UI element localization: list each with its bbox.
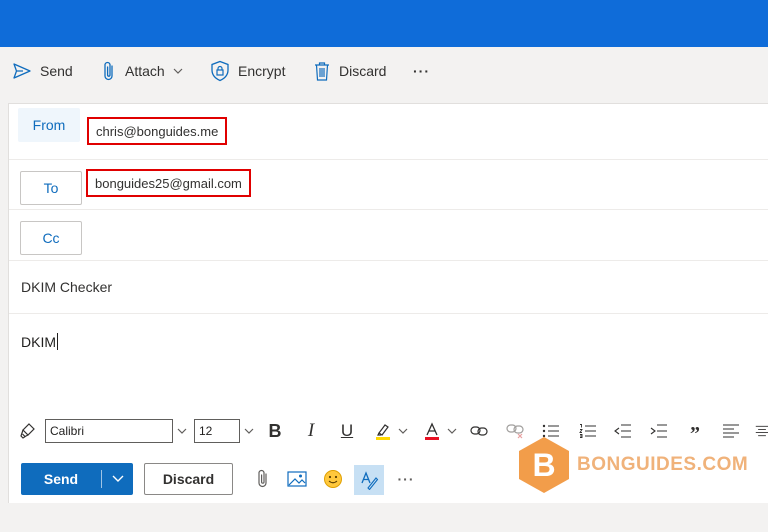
- watermark-text: BONGUIDES.COM: [577, 454, 749, 475]
- send-button-label[interactable]: Send: [21, 471, 101, 487]
- send-options-chevron-icon[interactable]: [102, 475, 133, 483]
- cc-button[interactable]: Cc: [20, 221, 82, 255]
- toolbar-discard-label: Discard: [339, 63, 387, 79]
- from-button[interactable]: From: [18, 108, 80, 142]
- toolbar-send-label: Send: [40, 63, 73, 79]
- to-button[interactable]: To: [20, 171, 82, 205]
- font-size-chevron-icon[interactable]: [242, 417, 256, 445]
- app-header-bar: [0, 0, 768, 47]
- font-name-box[interactable]: Calibri: [45, 419, 173, 443]
- highlight-icon[interactable]: [372, 417, 394, 445]
- editor-icon[interactable]: [354, 465, 384, 495]
- insert-picture-icon[interactable]: [286, 465, 308, 493]
- font-color-icon[interactable]: [421, 417, 443, 445]
- to-recipient[interactable]: bonguides25@gmail.com: [86, 169, 251, 197]
- from-address[interactable]: chris@bonguides.me: [87, 117, 228, 145]
- message-body[interactable]: DKIM: [9, 314, 768, 407]
- subject-field[interactable]: DKIM Checker: [21, 279, 112, 295]
- link-icon[interactable]: [468, 417, 490, 445]
- message-body-text: DKIM: [21, 333, 58, 350]
- svg-text:B: B: [532, 447, 555, 483]
- cc-row: Cc: [9, 210, 768, 261]
- discard-button[interactable]: Discard: [144, 463, 233, 495]
- emoji-icon[interactable]: [322, 465, 344, 493]
- format-painter-icon[interactable]: [17, 417, 39, 445]
- italic-icon[interactable]: I: [301, 417, 321, 445]
- send-icon: [12, 61, 32, 81]
- subject-row[interactable]: DKIM Checker: [9, 261, 768, 314]
- toolbar-attach-label: Attach: [125, 63, 165, 79]
- more-options-icon: ···: [413, 63, 430, 79]
- watermark-logo: B BONGUIDES.COM: [517, 436, 748, 494]
- font-size-box[interactable]: 12: [194, 419, 240, 443]
- toolbar-attach-button[interactable]: Attach: [101, 55, 183, 87]
- toolbar-discard-button[interactable]: Discard: [313, 55, 386, 87]
- trash-icon: [313, 60, 331, 82]
- compose-toolbar: Send Attach Encrypt Discard ···: [0, 47, 768, 95]
- underline-icon[interactable]: U: [337, 417, 357, 445]
- toolbar-more-button[interactable]: ···: [413, 55, 430, 87]
- chevron-down-icon: [173, 68, 183, 74]
- send-button[interactable]: Send: [21, 463, 133, 495]
- toolbar-send-button[interactable]: Send: [12, 55, 73, 87]
- more-actions-icon[interactable]: ···: [395, 465, 417, 493]
- toolbar-encrypt-label: Encrypt: [238, 63, 286, 79]
- align-center-icon[interactable]: [755, 417, 768, 445]
- to-row: To bonguides25@gmail.com: [9, 160, 768, 210]
- font-name-chevron-icon[interactable]: [175, 417, 189, 445]
- highlight-chevron-icon[interactable]: [397, 417, 409, 445]
- from-row: From chris@bonguides.me: [9, 104, 768, 160]
- attach-file-icon[interactable]: [253, 465, 273, 493]
- bonguides-hexagon-logo: B: [519, 437, 569, 493]
- paperclip-icon: [101, 60, 117, 82]
- font-color-chevron-icon[interactable]: [446, 417, 458, 445]
- toolbar-encrypt-button[interactable]: Encrypt: [210, 55, 285, 87]
- bold-icon[interactable]: B: [265, 417, 285, 445]
- shield-lock-icon: [210, 60, 230, 82]
